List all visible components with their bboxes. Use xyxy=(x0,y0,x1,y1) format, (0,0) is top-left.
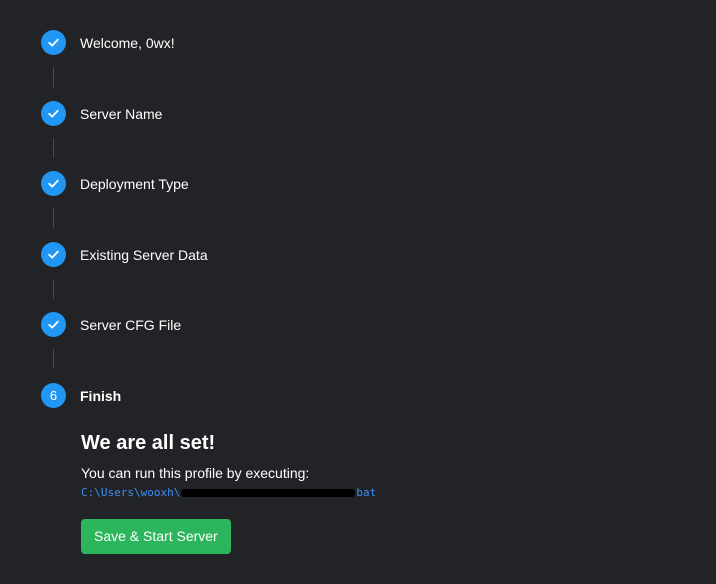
finish-heading: We are all set! xyxy=(81,432,216,454)
step-server-name: Server Name xyxy=(41,101,162,126)
step-existing-server-data: Existing Server Data xyxy=(41,242,208,267)
redaction-bar xyxy=(181,489,356,497)
step-label: Server Name xyxy=(80,105,163,122)
step-complete-circle xyxy=(41,242,66,267)
step-label: Deployment Type xyxy=(80,175,189,192)
check-icon xyxy=(48,109,59,118)
step-welcome: Welcome, 0wx! xyxy=(41,30,175,55)
step-connector xyxy=(53,349,54,369)
save-and-start-server-button[interactable]: Save & Start Server xyxy=(81,519,231,554)
setup-stepper: Welcome, 0wx! Server Name Deployment Typ… xyxy=(0,0,716,584)
step-complete-circle xyxy=(41,312,66,337)
step-label: Existing Server Data xyxy=(80,246,208,263)
step-number: 6 xyxy=(49,388,58,403)
step-server-cfg-file: Server CFG File xyxy=(41,312,181,337)
check-icon xyxy=(48,250,59,259)
path-suffix: bat xyxy=(356,486,377,499)
check-icon xyxy=(48,320,59,329)
path-prefix: C:\Users\wooxh\ xyxy=(81,486,181,499)
step-complete-circle xyxy=(41,30,66,55)
step-connector xyxy=(53,138,54,158)
step-connector xyxy=(53,67,54,87)
finish-description: You can run this profile by executing: xyxy=(81,465,310,481)
check-icon xyxy=(48,179,59,188)
finish-panel: We are all set! You can run this profile… xyxy=(81,430,681,554)
step-connector xyxy=(53,208,54,228)
step-label: Server CFG File xyxy=(80,316,182,333)
step-deployment-type: Deployment Type xyxy=(41,171,189,196)
step-label: Finish xyxy=(80,387,122,404)
step-number-circle: 6 xyxy=(41,383,66,408)
step-label: Welcome, 0wx! xyxy=(80,34,175,51)
run-command-path[interactable]: C:\Users\wooxh\ bat xyxy=(81,486,681,500)
step-connector xyxy=(53,279,54,299)
check-icon xyxy=(48,38,59,47)
step-complete-circle xyxy=(41,101,66,126)
step-finish: 6 Finish xyxy=(41,383,121,408)
step-complete-circle xyxy=(41,171,66,196)
